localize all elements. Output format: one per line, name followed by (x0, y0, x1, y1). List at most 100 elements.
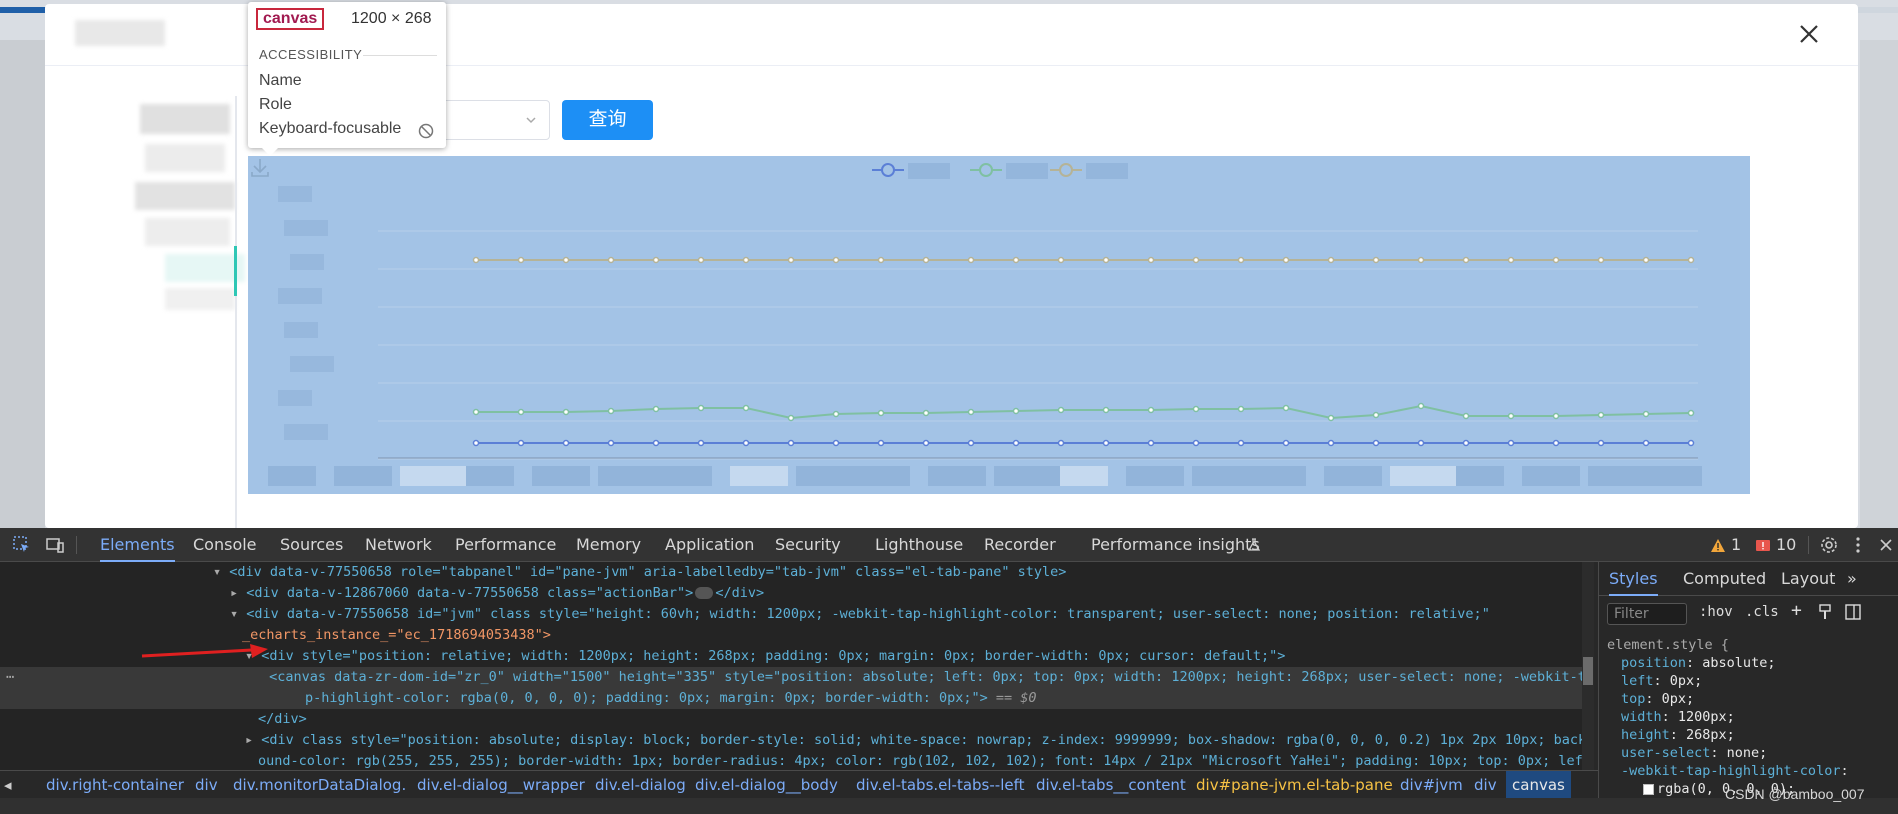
series-point (1417, 256, 1425, 264)
dom-node-div-close: </div> (0, 709, 1582, 730)
series-point (967, 408, 975, 416)
tab-styles[interactable]: Styles (1609, 562, 1658, 596)
tab-performance-insights[interactable]: Performance insights (1091, 528, 1260, 562)
tab-elements[interactable]: Elements (100, 528, 175, 562)
cls-toggle[interactable]: .cls (1745, 604, 1779, 620)
tooltip-row-focusable: Keyboard-focusable (259, 120, 402, 137)
breadcrumb-item[interactable]: div.el-dialog (595, 771, 686, 798)
tooltip-section-title: ACCESSIBILITY (259, 47, 363, 62)
series-point (1237, 405, 1245, 413)
tab-layout[interactable]: Layout (1781, 562, 1835, 596)
warning-count: 1 (1731, 535, 1742, 554)
side-tabs-blurred (115, 94, 245, 314)
tab-memory[interactable]: Memory (576, 528, 641, 562)
breadcrumb-item[interactable]: div.el-dialog__wrapper (417, 771, 585, 798)
inspect-element-icon[interactable] (12, 535, 32, 555)
style-prop-value: 0px; (1669, 673, 1703, 689)
legend-marker (881, 163, 895, 177)
style-prop-height[interactable]: height: 268px; (1621, 726, 1735, 744)
breadcrumb-item[interactable]: div.right-container (46, 771, 184, 798)
style-prop-left[interactable]: left: 0px; (1621, 672, 1702, 690)
series-point (1192, 405, 1200, 413)
series-point (607, 407, 615, 415)
style-prop-tap-color[interactable]: -webkit-tap-highlight-color: (1621, 762, 1849, 780)
series-point (1597, 411, 1605, 419)
tab-console[interactable]: Console (193, 528, 257, 562)
dom-node-tooltip-div[interactable]: ▸ <div class style="position: absolute; … (0, 730, 1582, 751)
tab-security[interactable]: Security (775, 528, 841, 562)
error-icon[interactable] (1755, 538, 1771, 554)
chart-grid (378, 230, 1698, 460)
series-point (472, 256, 480, 264)
add-rule-icon[interactable]: + (1791, 600, 1802, 621)
blurred-axis-label (1258, 466, 1306, 486)
download-icon[interactable] (248, 156, 272, 180)
series-point (832, 256, 840, 264)
tabbar-divider (76, 536, 77, 554)
close-devtools-icon[interactable] (1878, 537, 1894, 553)
blurred-axis-label (1522, 466, 1580, 486)
dom-node-actionbar[interactable]: ▸ <div data-v-12867060 data-v-77550658 c… (0, 583, 1582, 604)
tooltip-row-role: Role (259, 96, 292, 113)
side-tab-active[interactable] (165, 254, 245, 282)
more-vert-icon[interactable] (1855, 536, 1861, 554)
color-swatch-icon[interactable] (1643, 783, 1654, 795)
background-left (0, 40, 45, 528)
style-prop-position[interactable]: position: absolute; (1621, 654, 1775, 672)
series-point (1597, 439, 1605, 447)
breadcrumb-item[interactable]: div.el-tabs__content (1036, 771, 1186, 798)
tab-sources[interactable]: Sources (280, 528, 343, 562)
style-prop-name: width (1621, 709, 1662, 725)
dom-tree: ▾ <div data-v-77550658 role="tabpanel" i… (0, 562, 1582, 780)
chart-svg (268, 163, 1702, 486)
scroll-thumb[interactable] (1583, 657, 1593, 685)
style-prop-value: 0px; (1661, 691, 1695, 707)
warning-icon[interactable] (1710, 538, 1726, 554)
breadcrumb-scroll-left-icon[interactable]: ◂ (4, 771, 12, 798)
style-prop-value: 1200px; (1677, 709, 1735, 725)
tabs-active-indicator (234, 246, 237, 296)
series-point (1147, 256, 1155, 264)
paint-brush-icon[interactable] (1817, 604, 1833, 620)
series-point (1192, 439, 1200, 447)
breadcrumb-item-selected[interactable]: canvas (1506, 771, 1571, 798)
dom-node-canvas[interactable]: ⋯ <canvas data-zr-dom-id="zr_0" width="15… (0, 667, 1582, 688)
toggle-sidebar-icon[interactable] (1845, 604, 1861, 620)
dom-node-tabpane[interactable]: ▾ <div data-v-77550658 role="tabpanel" i… (0, 562, 1582, 583)
breadcrumb-item[interactable]: div.monitorDataDialog. (233, 771, 406, 798)
device-toolbar-icon[interactable] (45, 535, 65, 555)
tab-network[interactable]: Network (365, 528, 432, 562)
close-button[interactable] (1795, 20, 1823, 48)
style-prop-user-select[interactable]: user-select: none; (1621, 744, 1767, 762)
range-select[interactable] (440, 100, 550, 140)
legend-marker (979, 163, 993, 177)
breadcrumb-item[interactable]: div#jvm (1400, 771, 1463, 798)
ellipsis-icon[interactable] (695, 587, 714, 599)
blurred-axis-label (1390, 466, 1458, 486)
breadcrumb-item[interactable]: div#pane-jvm.el-tab-pane (1196, 771, 1393, 798)
tab-computed[interactable]: Computed (1683, 562, 1766, 596)
series-point (922, 439, 930, 447)
breadcrumb-item[interactable]: div.el-dialog__body (695, 771, 838, 798)
query-button[interactable]: 查询 (562, 100, 653, 140)
series-point (877, 439, 885, 447)
styles-filter-input[interactable]: Filter (1607, 603, 1687, 625)
dom-scrollbar[interactable] (1582, 562, 1594, 780)
series-point (1012, 407, 1020, 415)
tab-lighthouse[interactable]: Lighthouse (875, 528, 963, 562)
breadcrumb-item[interactable]: div (195, 771, 218, 798)
hov-toggle[interactable]: :hov (1699, 604, 1733, 620)
gear-icon[interactable] (1820, 536, 1838, 554)
tab-application[interactable]: Application (665, 528, 754, 562)
breadcrumb-item[interactable]: div.el-tabs.el-tabs--left (856, 771, 1025, 798)
tab-recorder[interactable]: Recorder (984, 528, 1056, 562)
dom-node-jvm[interactable]: ▾ <div data-v-77550658 id="jvm" class st… (0, 604, 1582, 625)
style-prop-name: user-select (1621, 745, 1711, 761)
tab-more[interactable]: » (1847, 562, 1857, 596)
series-point (517, 408, 525, 416)
series-point (1282, 439, 1290, 447)
style-prop-top[interactable]: top: 0px; (1621, 690, 1694, 708)
tab-performance[interactable]: Performance (455, 528, 556, 562)
breadcrumb-item[interactable]: div (1474, 771, 1497, 798)
style-prop-width[interactable]: width: 1200px; (1621, 708, 1735, 726)
